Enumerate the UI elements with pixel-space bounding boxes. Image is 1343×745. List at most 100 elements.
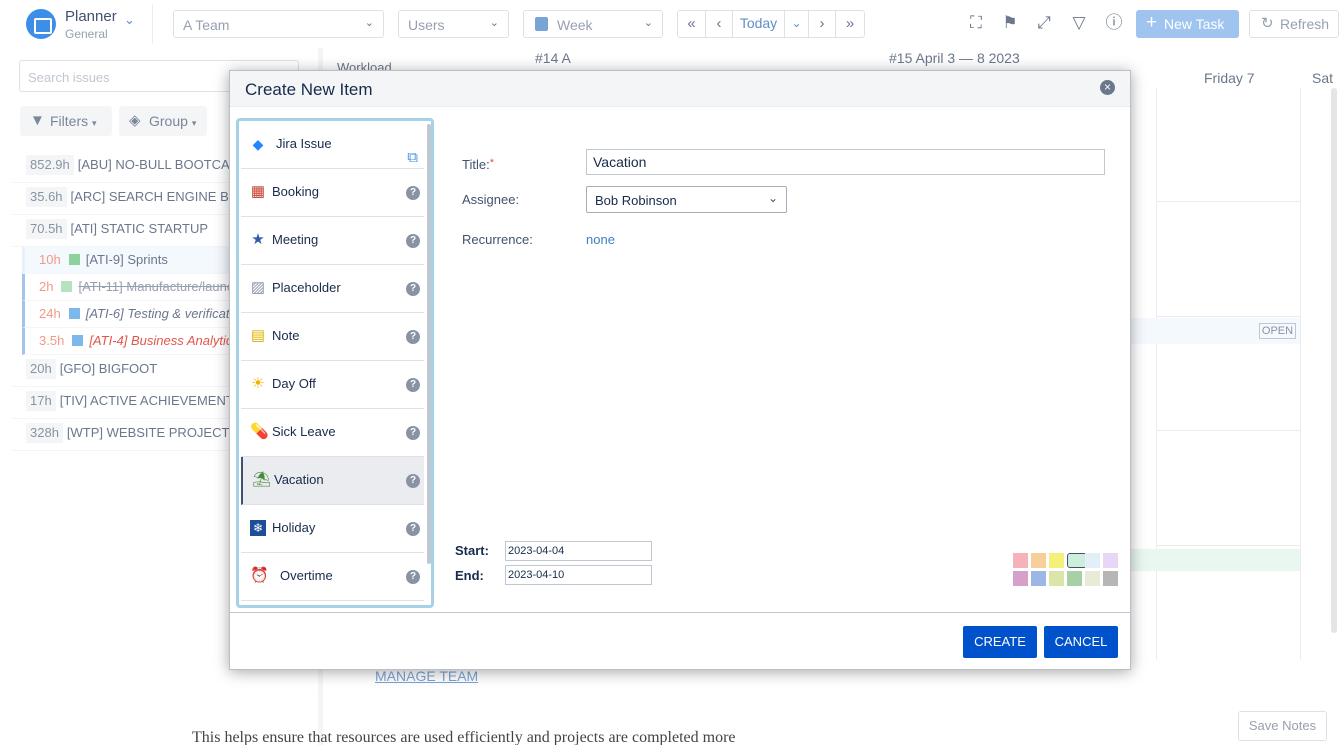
color-swatch[interactable] <box>1013 571 1028 586</box>
row-divider <box>1156 201 1300 202</box>
color-swatch[interactable] <box>1049 571 1064 586</box>
users-select[interactable]: Users ⌄ <box>398 10 509 38</box>
type-overtime[interactable]: ⏰ Overtime ? <box>241 553 424 601</box>
help-icon[interactable]: ? <box>406 234 420 248</box>
snowflake-icon: ❄ <box>250 520 266 536</box>
issue-title: [ABU] NO-BULL BOOTCAMP <box>77 157 250 172</box>
sun-icon: ☀ <box>251 375 265 392</box>
filters-label: Filters <box>50 113 89 129</box>
assignee-select[interactable]: Bob Robinson ⌄ <box>586 186 787 213</box>
issue-title: [ATI-11] Manufacture/launch <box>78 279 241 294</box>
recurrence-label: Recurrence: <box>462 232 533 247</box>
close-icon[interactable]: × <box>1100 80 1115 95</box>
note-icon: ▤ <box>250 327 266 344</box>
filter-icon: ▼ <box>30 112 45 129</box>
help-icon[interactable]: ? <box>406 522 420 536</box>
recurrence-link[interactable]: none <box>586 232 615 247</box>
divider <box>230 612 1130 613</box>
planner-logo-icon[interactable] <box>26 9 56 39</box>
day-divider <box>1156 88 1157 660</box>
bookmark-icon <box>68 254 80 265</box>
hours-badge: 3.5h <box>39 333 65 348</box>
type-placeholder[interactable]: ▨ Placeholder ? <box>241 265 424 313</box>
color-swatch[interactable] <box>1031 571 1046 586</box>
today-button[interactable]: Today <box>733 11 785 37</box>
chevron-right-icon[interactable]: › <box>809 11 836 37</box>
type-label: Sick Leave <box>272 424 336 439</box>
filter-icon[interactable]: ▽ <box>1068 12 1090 34</box>
hours-badge: 24h <box>39 306 61 321</box>
color-swatch[interactable] <box>1085 571 1100 586</box>
help-icon[interactable]: ? <box>406 474 420 488</box>
chevron-down-icon[interactable]: ⌄ <box>124 12 135 28</box>
manage-team-link[interactable]: MANAGE TEAM <box>375 668 478 684</box>
calendar-icon <box>535 17 548 31</box>
color-swatch[interactable] <box>1067 571 1082 586</box>
today-dropdown-icon[interactable]: ⌄ <box>785 11 809 37</box>
chevron-down-icon: ⌄ <box>489 17 499 29</box>
flag-icon[interactable]: ⚑ <box>999 12 1021 34</box>
help-icon[interactable]: ? <box>406 282 420 296</box>
help-icon[interactable]: ? <box>406 186 420 200</box>
fullscreen-icon[interactable]: ⤢ <box>1033 12 1055 34</box>
color-swatch[interactable] <box>1049 553 1064 568</box>
type-booking[interactable]: ▦ Booking ? <box>241 169 424 217</box>
type-holiday[interactable]: ❄ Holiday ? <box>241 505 424 553</box>
type-jira-issue[interactable]: ◆ Jira Issue ⧉ <box>241 121 424 169</box>
color-swatch[interactable] <box>1103 571 1118 586</box>
type-label: Jira Issue <box>276 136 332 151</box>
refresh-button[interactable]: Refresh <box>1249 10 1339 38</box>
filters-button[interactable]: ▼ Filters ▾ <box>20 106 112 136</box>
app-title[interactable]: Planner <box>65 8 117 25</box>
double-chevron-left-icon[interactable]: « <box>678 11 706 37</box>
type-note[interactable]: ▤ Note ? <box>241 313 424 361</box>
jira-diamond-icon: ◆ <box>252 136 264 152</box>
color-swatch[interactable] <box>1085 553 1100 568</box>
type-label: Meeting <box>272 232 319 247</box>
color-swatch[interactable] <box>1103 553 1118 568</box>
title-input[interactable]: Vacation <box>586 149 1105 175</box>
start-date-input[interactable]: 2023-04-04 <box>505 541 652 561</box>
row-divider <box>1156 545 1300 546</box>
item-type-list: ◆ Jira Issue ⧉ ▦ Booking ? ★ Meeting ? ▨… <box>236 118 434 608</box>
chevron-left-icon[interactable]: ‹ <box>706 11 733 37</box>
save-notes-button[interactable]: Save Notes <box>1238 711 1327 741</box>
cancel-button[interactable]: CANCEL <box>1044 626 1118 658</box>
view-select[interactable]: Week ⌄ <box>523 10 663 38</box>
help-icon[interactable]: ⓘ <box>1103 12 1125 34</box>
team-select[interactable]: A Team ⌄ <box>173 10 384 38</box>
hours-badge: 10h <box>39 252 61 267</box>
day-divider <box>1300 88 1301 660</box>
type-vacation[interactable]: ⛱ Vacation ? <box>241 457 424 505</box>
type-sick-leave[interactable]: 💊 Sick Leave ? <box>241 409 424 457</box>
start-label: Start: <box>455 543 489 558</box>
double-chevron-right-icon[interactable]: » <box>836 11 864 37</box>
end-date-input[interactable]: 2023-04-10 <box>505 565 652 585</box>
help-icon[interactable]: ? <box>406 570 420 584</box>
focus-icon[interactable]: ⛶ <box>965 12 987 34</box>
type-day-off[interactable]: ☀ Day Off ? <box>241 361 424 409</box>
color-swatch[interactable] <box>1013 553 1028 568</box>
layers-icon: ◈ <box>129 112 141 129</box>
hatch-icon: ▨ <box>250 279 266 296</box>
type-label: Holiday <box>272 520 316 535</box>
issue-title: [TIV] ACTIVE ACHIEVEMENT <box>59 393 234 408</box>
help-icon[interactable]: ? <box>406 426 420 440</box>
hours-badge: 2h <box>39 279 54 294</box>
issue-title: [ATI-4] Business Analytics <box>89 333 239 348</box>
vacation-bar[interactable] <box>1130 549 1300 571</box>
chevron-down-icon: ⌄ <box>364 17 374 29</box>
team-select-value: A Team <box>183 17 230 33</box>
type-list-scrollbar[interactable] <box>427 124 431 564</box>
color-swatch[interactable] <box>1067 553 1087 568</box>
color-swatch[interactable] <box>1031 553 1046 568</box>
help-icon[interactable]: ? <box>406 378 420 392</box>
help-icon[interactable]: ? <box>406 330 420 344</box>
hours-badge: 17h <box>26 391 56 411</box>
vertical-scrollbar[interactable] <box>1331 88 1337 633</box>
group-button[interactable]: ◈ Group ▾ <box>119 106 207 136</box>
new-task-button[interactable]: New Task <box>1136 9 1239 38</box>
type-meeting[interactable]: ★ Meeting ? <box>241 217 424 265</box>
issue-title: [ATI] STATIC STARTUP <box>70 221 209 236</box>
create-button[interactable]: CREATE <box>963 626 1037 658</box>
